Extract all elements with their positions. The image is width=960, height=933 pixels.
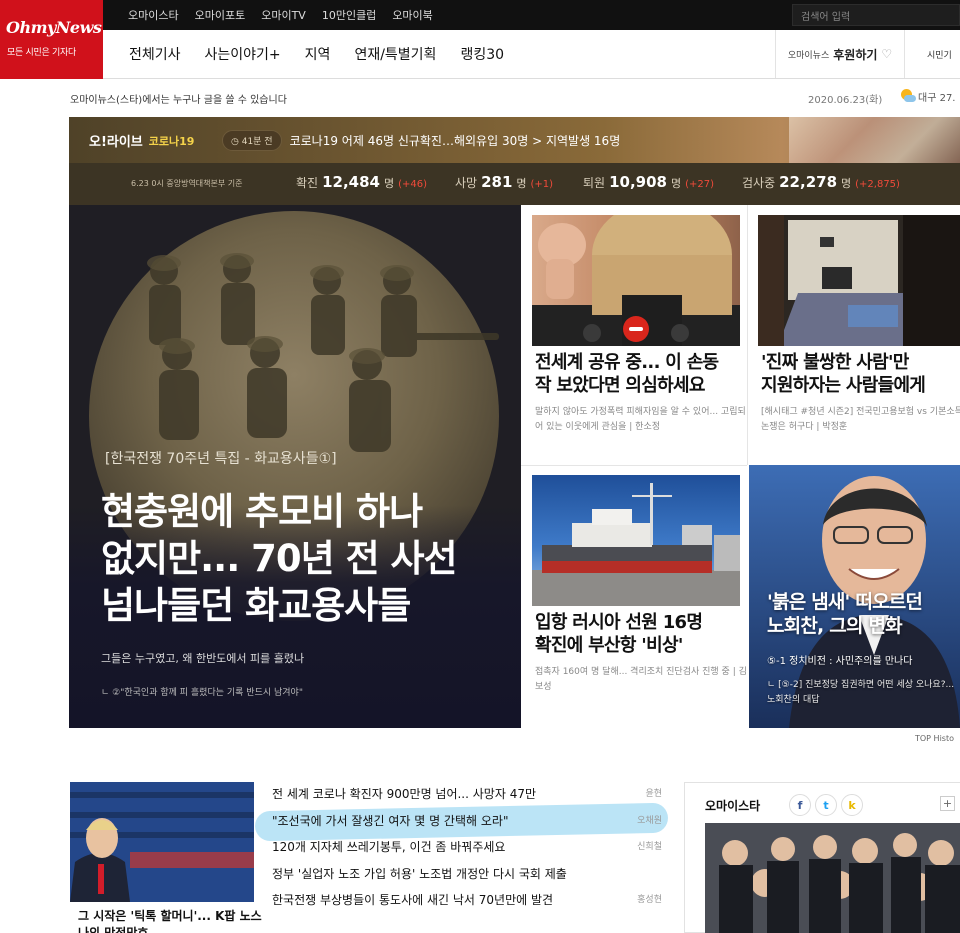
main-feature-article[interactable]: [한국전쟁 70주년 특집 - 화교용사들①] 현충원에 추모비 하나 없지만.… xyxy=(69,205,521,728)
weather-text: 대구 27. xyxy=(918,92,956,104)
room-thumbnail xyxy=(758,215,960,346)
card-title: '진짜 불쌍한 사람'만 지원하자는 사람들에게 xyxy=(761,352,926,396)
live-headline-text: 코로나19 어제 46명 신규확진…해외유입 30명 > 지역발생 16명 xyxy=(289,133,621,148)
topic-title: '붉은 냄새' 떠오르던 노회찬, 그의 변화 xyxy=(767,591,923,637)
news-list: 전 세계 코로나 확진자 900만명 넘어... 사망자 47만 윤현 "조선국에… xyxy=(272,785,664,918)
kakao-icon[interactable]: k xyxy=(841,794,863,816)
feature-subtitle: 그들은 누구였고, 왜 한반도에서 피를 흘렸나 xyxy=(101,652,305,665)
corona-stats: 6.23 0시 중앙방역대책본부 기준 확진 12,484 명 (+46) 사망 281… xyxy=(69,163,960,205)
nav-item-all[interactable]: 전체기사 xyxy=(129,44,181,64)
videocall-thumbnail xyxy=(532,215,740,346)
live-corona-banner[interactable]: 오!라이브 코로나19 ◷ 41분 전 코로나19 어제 46명 신규확진…해외… xyxy=(69,117,960,205)
heart-icon: ♡ xyxy=(881,47,893,61)
card-description: 말하지 않아도 가정폭력 피해자임을 알 수 있어... 고립되어 있는 이웃에… xyxy=(535,407,746,432)
logo-wordmark: OhmyNews xyxy=(6,18,102,37)
stat-deaths: 사망 281 명 (+1) xyxy=(455,173,554,191)
nav-item-ranking[interactable]: 랭킹30 xyxy=(460,44,504,64)
ship-thumbnail xyxy=(532,475,740,606)
site-link-club[interactable]: 10만인클럽 xyxy=(322,7,376,23)
nav-item-region[interactable]: 지역 xyxy=(305,44,331,64)
live-topic: 코로나19 xyxy=(148,134,195,148)
site-link-photo[interactable]: 오마이포토 xyxy=(195,7,246,23)
nav-item-series[interactable]: 연재/특별기획 xyxy=(354,44,436,64)
news-list-item[interactable]: 전 세계 코로나 확진자 900만명 넘어... 사망자 47만 윤현 xyxy=(272,785,664,812)
citizen-link[interactable]: 시민기 xyxy=(927,30,952,78)
article-card-videocall[interactable]: 전세계 공유 중... 이 손동 작 보았다면 의심하세요 말하지 않아도 가정… xyxy=(521,205,747,465)
stat-testing: 검사중 22,278 명 (+2,875) xyxy=(742,173,900,191)
ohmystar-title[interactable]: 오마이스타 xyxy=(705,797,760,814)
more-plus-button[interactable]: + xyxy=(940,796,955,811)
donate-prefix: 오마이뉴스 xyxy=(787,50,830,61)
site-logo[interactable]: OhmyNews 모든 시민은 기자다 xyxy=(0,0,103,79)
nav-item-life[interactable]: 사는이야기+ xyxy=(205,44,281,64)
article-card-ship[interactable]: 입항 러시아 선원 16명 확진에 부산항 '비상' 접촉자 160여 명 달해… xyxy=(521,465,747,728)
partly-cloudy-icon xyxy=(900,88,916,104)
donate-button[interactable]: 오마이뉴스 후원하기 ♡ xyxy=(775,30,905,78)
stat-confirmed: 확진 12,484 명 (+46) xyxy=(296,173,428,191)
donate-label: 후원하기 xyxy=(833,47,878,62)
card-title: 전세계 공유 중... 이 손동 작 보았다면 의심하세요 xyxy=(535,352,719,396)
live-brand-name: 오!라이브 xyxy=(89,135,143,150)
logo-slogan: 모든 시민은 기자다 xyxy=(7,48,76,58)
top-bar: 오마이스타 오마이포토 오마이TV 10만인클럽 오마이북 검색어 입력 xyxy=(0,0,960,30)
site-link-book[interactable]: 오마이북 xyxy=(392,7,432,23)
ohmystar-photo[interactable] xyxy=(705,823,960,933)
feature-title[interactable]: 현충원에 추모비 하나 없지만... 70년 전 사선 넘나들던 화교용사들 xyxy=(101,488,501,629)
notice-text[interactable]: 오마이뉴스(스타)에서는 누구나 글을 쓸 수 있습니다 xyxy=(70,91,287,106)
card-description: 접촉자 160여 명 달해... 격리조치 진단검사 진행 중 | 김보성 xyxy=(535,667,747,692)
topic-subtitle: ⑤-1 정치비전 : 사민주의를 만나다 xyxy=(767,656,913,667)
feature-related-link[interactable]: ㄴ ②"한국인과 함께 피 흘렸다는 기록 반드시 남겨야" xyxy=(101,685,303,698)
ohmystar-box: 오마이스타 f t k + xyxy=(684,782,960,933)
weather-widget[interactable]: 대구 27. xyxy=(900,88,955,104)
rally-photo-caption[interactable]: 그 시작은 '틱톡 할머니'... K팝 노스나의 맛정막호 xyxy=(78,908,262,933)
stats-basis: 6.23 0시 중앙방역대책본부 기준 xyxy=(131,179,243,188)
site-links: 오마이스타 오마이포토 오마이TV 10만인클럽 오마이북 xyxy=(128,0,433,30)
stat-recovered: 퇴원 10,908 명 (+27) xyxy=(583,173,715,191)
news-list-item[interactable]: "조선국에 가서 잘생긴 여자 몇 명 간택해 오라" 오채원 xyxy=(272,812,664,839)
site-link-star[interactable]: 오마이스타 xyxy=(128,7,179,23)
top-history-label[interactable]: TOP Histo xyxy=(915,734,954,743)
live-brand: 오!라이브 코로나19 xyxy=(89,131,195,151)
topic-related-link[interactable]: ㄴ [⑤-2] 진보정당 집권하면 어떤 세상 오나요?... 노회찬의 대답 xyxy=(767,678,957,708)
article-card-politician[interactable]: '붉은 냄새' 떠오르던 노회찬, 그의 변화 ⑤-1 정치비전 : 사민주의를… xyxy=(749,465,960,728)
news-list-item[interactable]: 한국전쟁 부상병들이 통도사에 새긴 낙서 70년만에 발견 홍성현 xyxy=(272,891,664,918)
current-date: 2020.06.23(화) xyxy=(808,95,883,106)
news-list-item[interactable]: 120개 지자체 쓰레기봉투, 이건 좀 바꿔주세요 신희철 xyxy=(272,838,664,865)
site-link-tv[interactable]: 오마이TV xyxy=(261,7,306,23)
sns-links: f t k xyxy=(789,794,863,816)
twitter-icon[interactable]: t xyxy=(815,794,837,816)
rally-photo[interactable] xyxy=(70,782,254,902)
main-nav: 전체기사 사는이야기+ 지역 연재/특별기획 랭킹30 오마이뉴스 후원하기 ♡… xyxy=(103,30,960,79)
card-title: 입항 러시아 선원 16명 확진에 부산항 '비상' xyxy=(535,612,703,656)
time-ago-badge: ◷ 41분 전 xyxy=(222,129,282,151)
banner-background-image xyxy=(789,117,960,163)
search-input[interactable]: 검색어 입력 xyxy=(792,4,960,26)
news-list-item[interactable]: 정부 '실업자 노조 가입 허용' 노조법 개정안 다시 국회 제출 xyxy=(272,865,664,892)
feature-tag: [한국전쟁 70주년 특집 - 화교용사들①] xyxy=(105,451,337,467)
live-headline[interactable]: ◷ 41분 전 코로나19 어제 46명 신규확진…해외유입 30명 > 지역발… xyxy=(222,127,620,153)
facebook-icon[interactable]: f xyxy=(789,794,811,816)
card-description: [해시태그 #청년 시즌2] 전국민고용보험 vs 기본소득 논쟁은 허구다 |… xyxy=(761,407,960,432)
article-card-poverty[interactable]: '진짜 불쌍한 사람'만 지원하자는 사람들에게 [해시태그 #청년 시즌2] … xyxy=(747,205,960,465)
